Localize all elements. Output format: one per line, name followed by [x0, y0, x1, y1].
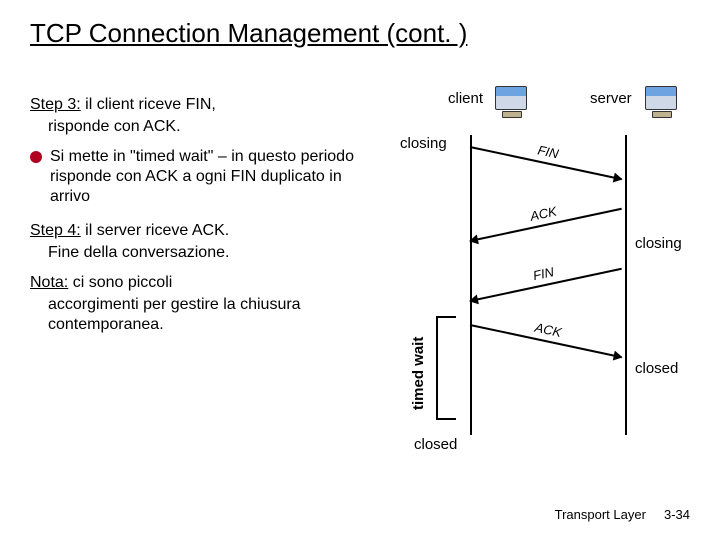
step3-bullet: Si mette in "timed wait" – in questo per… [30, 147, 355, 207]
nota-underline: Nota: [30, 274, 68, 291]
arrowhead-icon [613, 351, 624, 363]
nota-body: accorgimenti per gestire la chiusura con… [48, 295, 355, 335]
footer-layer: Transport Layer [555, 507, 646, 522]
step4-heading: Step 4: il server riceve ACK. [30, 221, 355, 241]
nota-rest: ci sono piccoli [68, 274, 172, 291]
server-computer-icon [645, 86, 679, 114]
step3-rest: il client riceve FIN, [81, 96, 216, 113]
step3-underline: Step 3: [30, 96, 81, 113]
msg-fin2-label: FIN [466, 250, 621, 297]
msg-ack1-label: ACK [466, 190, 621, 237]
left-column: Step 3: il client riceve FIN, risponde c… [30, 95, 355, 345]
bullet-icon [30, 151, 42, 163]
arrowhead-icon [468, 234, 479, 246]
nota-heading: Nota: ci sono piccoli [30, 273, 355, 293]
step4-body: Fine della conversazione. [48, 243, 355, 263]
arrowhead-icon [613, 173, 624, 185]
step4-underline: Step 4: [30, 222, 81, 239]
client-computer-icon [495, 86, 529, 114]
server-label: server [590, 90, 632, 107]
step3-heading: Step 3: il client riceve FIN, [30, 95, 355, 115]
arrowhead-icon [468, 294, 479, 306]
slide-footer: Transport Layer 3-34 [555, 507, 690, 522]
timed-wait-label: timed wait [410, 390, 502, 410]
msg-ack2-label: ACK [471, 306, 626, 353]
step3-bullet-text: Si mette in "timed wait" – in questo per… [50, 147, 355, 207]
msg-fin1: FIN [470, 146, 622, 180]
server-state-closing: closing [635, 235, 682, 252]
client-state-closing: closing [400, 135, 447, 152]
footer-page: 3-34 [664, 507, 690, 522]
sequence-diagram: client server closing closing closed FIN… [370, 80, 690, 460]
msg-fin2: FIN [470, 268, 622, 302]
step4-rest: il server riceve ACK. [81, 222, 229, 239]
client-label: client [448, 90, 483, 107]
msg-ack1: ACK [470, 208, 622, 242]
server-timeline [625, 135, 627, 435]
slide-title: TCP Connection Management (cont. ) [30, 18, 467, 49]
step3-body: risponde con ACK. [48, 117, 355, 137]
client-state-closed: closed [414, 436, 457, 453]
msg-ack2: ACK [470, 324, 622, 358]
msg-fin1-label: FIN [471, 128, 626, 175]
server-state-closed: closed [635, 360, 678, 377]
